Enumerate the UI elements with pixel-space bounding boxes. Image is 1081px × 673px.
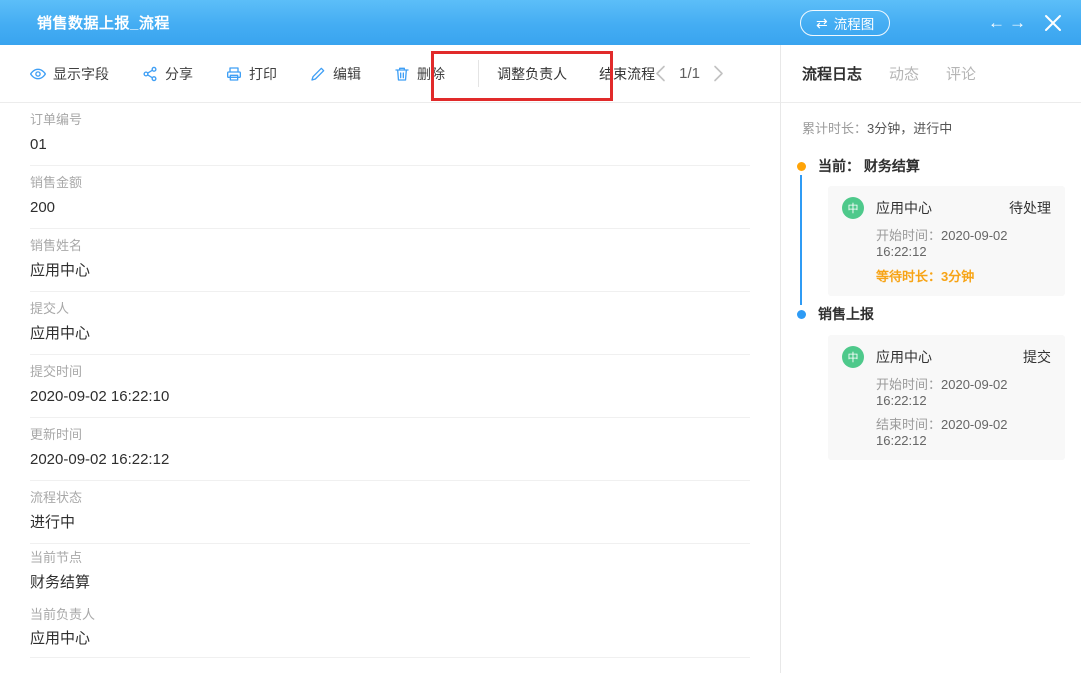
field-row: 销售姓名 应用中心 bbox=[30, 229, 750, 292]
wait-duration-line: 等待时长：3分钟 bbox=[876, 269, 1051, 285]
toolbar-label-edit: 编辑 bbox=[333, 64, 361, 84]
process-timeline: 当前： 财务结算 中 应用中心 待处理 开始时间：2020-09-02 16:2… bbox=[797, 158, 1065, 461]
field-value: 应用中心 bbox=[30, 325, 750, 343]
process-log-panel: 流程日志 动态 评论 累计时长：3分钟，进行中 当前： 财务结算 中 应用中心 … bbox=[780, 45, 1081, 673]
field-label: 提交人 bbox=[30, 302, 750, 317]
end-process-button[interactable]: 结束流程 bbox=[599, 64, 655, 84]
field-value: 01 bbox=[30, 136, 750, 154]
field-label: 销售姓名 bbox=[30, 239, 750, 254]
field-label: 销售金额 bbox=[30, 176, 750, 191]
avatar: 中 bbox=[842, 346, 864, 368]
field-label: 提交时间 bbox=[30, 365, 750, 380]
chevron-right-icon bbox=[713, 65, 724, 82]
field-value: 财务结算 bbox=[30, 574, 750, 592]
field-row: 当前节点 财务结算 bbox=[30, 544, 750, 601]
timeline-card: 中 应用中心 待处理 开始时间：2020-09-02 16:22:12 等待时长… bbox=[828, 186, 1065, 296]
tab-comments[interactable]: 评论 bbox=[946, 63, 976, 84]
timeline-card-head: 中 应用中心 待处理 bbox=[842, 197, 1051, 219]
field-label: 流程状态 bbox=[30, 491, 750, 506]
trash-icon bbox=[394, 66, 410, 82]
tab-activity[interactable]: 动态 bbox=[889, 63, 919, 84]
field-value: 应用中心 bbox=[30, 262, 750, 280]
next-page-button[interactable] bbox=[713, 65, 724, 82]
field-list: 订单编号 01 销售金额 200 销售姓名 应用中心 提交人 应用中心 提交时间… bbox=[0, 103, 780, 658]
printer-icon bbox=[226, 66, 242, 82]
close-button[interactable] bbox=[1036, 0, 1070, 45]
start-time-line: 开始时间：2020-09-02 16:22:12 bbox=[876, 228, 1051, 259]
chevron-left-icon bbox=[655, 65, 666, 82]
field-row: 销售金额 200 bbox=[30, 166, 750, 229]
current-node-dot-icon bbox=[797, 162, 806, 171]
field-label: 订单编号 bbox=[30, 113, 750, 128]
duration-summary-label: 累计时长： bbox=[802, 121, 867, 136]
field-row: 订单编号 01 bbox=[30, 103, 750, 166]
field-row: 流程状态 进行中 bbox=[30, 481, 750, 544]
flowchart-button-label: 流程图 bbox=[834, 13, 875, 33]
adjust-owner-button[interactable]: 调整负责人 bbox=[497, 64, 567, 84]
toolbar-label-share: 分享 bbox=[165, 64, 193, 84]
field-value: 2020-09-02 16:22:10 bbox=[30, 388, 750, 406]
wait-duration-label: 等待时长： bbox=[876, 269, 941, 284]
toolbar-item-share[interactable]: 分享 bbox=[142, 64, 193, 84]
pagination: 1/1 bbox=[655, 65, 724, 82]
flowchart-button[interactable]: ⇄ 流程图 bbox=[800, 10, 890, 36]
page-indicator: 1/1 bbox=[679, 65, 700, 82]
field-label: 当前负责人 bbox=[30, 608, 750, 623]
status-badge: 待处理 bbox=[1009, 198, 1051, 218]
toolbar-label-print: 打印 bbox=[249, 64, 277, 84]
toolbar-item-delete[interactable]: 删除 bbox=[394, 64, 445, 84]
toolbar: 显示字段 分享 打印 编辑 删除 bbox=[0, 45, 780, 103]
avatar: 中 bbox=[842, 197, 864, 219]
start-time-line: 开始时间：2020-09-02 16:22:12 bbox=[876, 377, 1051, 408]
toolbar-item-edit[interactable]: 编辑 bbox=[310, 64, 361, 84]
flowchart-icon: ⇄ bbox=[816, 16, 828, 30]
field-value: 2020-09-02 16:22:12 bbox=[30, 451, 750, 469]
assignee-name: 应用中心 bbox=[876, 198, 932, 218]
toolbar-item-print[interactable]: 打印 bbox=[226, 64, 277, 84]
toolbar-label-show-fields: 显示字段 bbox=[53, 64, 109, 84]
field-value: 进行中 bbox=[30, 514, 750, 532]
duration-summary: 累计时长：3分钟，进行中 bbox=[802, 121, 1065, 137]
panel-tabs: 流程日志 动态 评论 bbox=[781, 45, 1081, 103]
field-row: 提交人 应用中心 bbox=[30, 292, 750, 355]
field-row: 更新时间 2020-09-02 16:22:12 bbox=[30, 418, 750, 481]
timeline-card: 中 应用中心 提交 开始时间：2020-09-02 16:22:12 结束时间：… bbox=[828, 335, 1065, 460]
timeline-card-head: 中 应用中心 提交 bbox=[842, 346, 1051, 368]
eye-icon bbox=[30, 66, 46, 82]
prev-record-arrow-icon[interactable]: ← bbox=[986, 14, 1007, 31]
prev-page-button[interactable] bbox=[655, 65, 666, 82]
field-label: 更新时间 bbox=[30, 428, 750, 443]
tab-process-log[interactable]: 流程日志 bbox=[802, 63, 862, 84]
field-row: 提交时间 2020-09-02 16:22:10 bbox=[30, 355, 750, 418]
detail-main: 显示字段 分享 打印 编辑 删除 bbox=[0, 45, 780, 673]
start-time-label: 开始时间： bbox=[876, 377, 941, 392]
process-log-body: 累计时长：3分钟，进行中 当前： 财务结算 中 应用中心 待处理 开始时间：20… bbox=[781, 103, 1081, 460]
timeline-node-title: 销售上报 bbox=[818, 306, 1065, 323]
share-icon bbox=[142, 66, 158, 82]
timeline-node-completed: 销售上报 中 应用中心 提交 开始时间：2020-09-02 16:22:12 … bbox=[797, 306, 1065, 460]
field-value: 200 bbox=[30, 199, 750, 217]
start-time-label: 开始时间： bbox=[876, 228, 941, 243]
pencil-icon bbox=[310, 66, 326, 82]
duration-summary-value: 3分钟，进行中 bbox=[867, 121, 952, 136]
end-time-line: 结束时间：2020-09-02 16:22:12 bbox=[876, 417, 1051, 448]
page-title: 销售数据上报_流程 bbox=[37, 12, 170, 33]
close-icon bbox=[1044, 14, 1062, 32]
nav-arrows: ← → bbox=[986, 0, 1028, 45]
timeline-node-title: 当前： 财务结算 bbox=[818, 158, 1065, 175]
status-badge: 提交 bbox=[1023, 347, 1051, 367]
next-record-arrow-icon[interactable]: → bbox=[1007, 14, 1028, 31]
end-time-label: 结束时间： bbox=[876, 417, 941, 432]
toolbar-item-show-fields[interactable]: 显示字段 bbox=[30, 64, 109, 84]
wait-duration-value: 3分钟 bbox=[941, 269, 974, 284]
toolbar-label-delete: 删除 bbox=[417, 64, 445, 84]
field-value: 应用中心 bbox=[30, 630, 750, 648]
completed-node-dot-icon bbox=[797, 310, 806, 319]
assignee-name: 应用中心 bbox=[876, 347, 932, 367]
timeline-connector bbox=[800, 175, 802, 306]
timeline-node-current: 当前： 财务结算 中 应用中心 待处理 开始时间：2020-09-02 16:2… bbox=[797, 158, 1065, 297]
dialog-header: 销售数据上报_流程 ⇄ 流程图 ← → bbox=[0, 0, 1081, 45]
field-row: 当前负责人 应用中心 bbox=[30, 601, 750, 659]
field-label: 当前节点 bbox=[30, 551, 750, 566]
